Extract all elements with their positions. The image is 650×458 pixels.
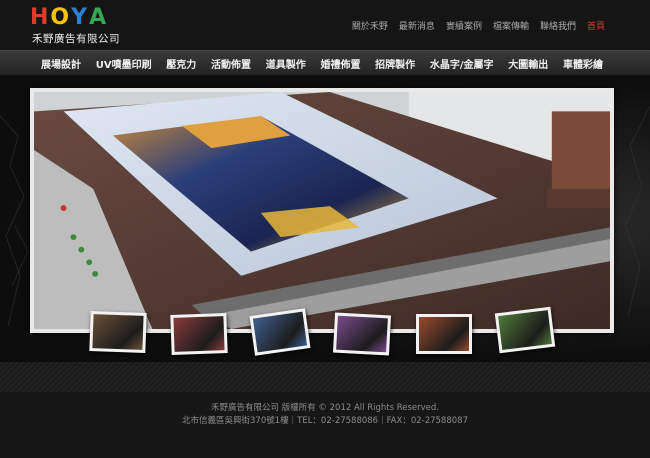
footer: 禾野廣告有限公司 版權所有 © 2012 All Rights Reserved…	[0, 392, 650, 458]
nav-item[interactable]: 車體彩繪	[563, 56, 603, 71]
banner	[0, 76, 650, 362]
nav-item[interactable]: UV噴墨印刷	[96, 56, 152, 71]
logo-letter: A	[89, 5, 107, 30]
thumbnail-image	[173, 316, 225, 352]
logo-mark: HOYA	[30, 6, 106, 30]
nav-item[interactable]: 招牌製作	[375, 56, 415, 71]
exhibit-thumb[interactable]	[89, 311, 147, 353]
top-link[interactable]: 實績案例	[446, 19, 482, 32]
main-nav-list: 展場設計 UV噴墨印刷 壓克力 活動佈置 道具製作 婚禮佈置 招牌製作 水晶字/金屬字 大圖輸出…	[0, 51, 650, 75]
texture-strip	[0, 362, 650, 392]
vehicle-thumb[interactable]	[494, 306, 556, 354]
nav-item[interactable]: 道具製作	[266, 56, 306, 71]
thumbnail-image	[498, 310, 552, 350]
nav-item[interactable]: 大圖輸出	[508, 56, 548, 71]
footer-copyright: 禾野廣告有限公司 版權所有 © 2012 All Rights Reserved…	[211, 403, 439, 413]
header: HOYA 禾野廣告有限公司 關於禾野 最新消息 實績案例 檔案傳輸 聯絡我們 首頁	[0, 0, 650, 50]
printer-thumb[interactable]	[249, 308, 311, 356]
thumbnail-image	[92, 314, 144, 350]
hero-slide-image	[30, 88, 614, 333]
logo-letter: Y	[71, 5, 88, 30]
thumbnail-image	[252, 311, 308, 353]
footer-contact: 北市信義區吳興街370號1樓｜TEL：02-27588086｜FAX：02-27…	[182, 416, 468, 426]
uv-flatbed-printer-photo	[34, 92, 610, 329]
top-link[interactable]: 檔案傳輸	[493, 19, 529, 32]
top-link[interactable]: 首頁	[587, 19, 605, 32]
event-thumb[interactable]	[170, 313, 228, 355]
thumbnail-strip	[0, 306, 650, 362]
top-links: 關於禾野 最新消息 實績案例 檔案傳輸 聯絡我們 首頁	[352, 19, 605, 32]
nav-item[interactable]: 水晶字/金屬字	[430, 56, 494, 71]
nav-item[interactable]: 壓克力	[166, 56, 196, 71]
main-nav: 展場設計 UV噴墨印刷 壓克力 活動佈置 道具製作 婚禮佈置 招牌製作 水晶字/金屬字 大圖輸出…	[0, 50, 650, 76]
logo-letter: H	[30, 5, 49, 30]
nav-item[interactable]: 婚禮佈置	[320, 56, 360, 71]
logo-company-name: 禾野廣告有限公司	[32, 33, 120, 45]
top-link[interactable]: 最新消息	[399, 19, 435, 32]
nav-item[interactable]: 活動佈置	[211, 56, 251, 71]
logo-letter: O	[50, 5, 70, 30]
top-link[interactable]: 聯絡我們	[540, 19, 576, 32]
signage-thumb[interactable]	[416, 314, 472, 354]
thumbnail-image	[419, 317, 469, 351]
nav-item[interactable]: 展場設計	[41, 56, 81, 71]
logo[interactable]: HOYA 禾野廣告有限公司	[30, 6, 125, 46]
top-link[interactable]: 關於禾野	[352, 19, 388, 32]
wedding-thumb[interactable]	[332, 312, 392, 356]
thumbnail-image	[336, 315, 388, 353]
